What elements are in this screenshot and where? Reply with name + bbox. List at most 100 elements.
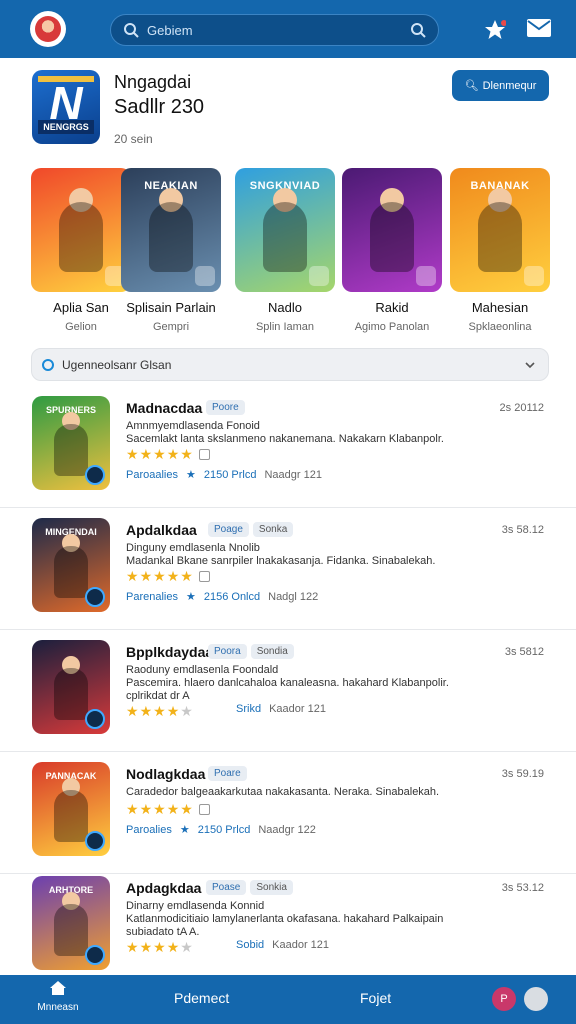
star-icon: ★	[153, 446, 166, 462]
search-icon: 🔍︎	[464, 80, 479, 92]
chevron-down-icon	[525, 362, 535, 369]
favorites-star-icon[interactable]	[484, 19, 506, 41]
nav-item-1[interactable]: Pdemect	[174, 990, 229, 1006]
featured-card-art: BANANAK	[450, 168, 550, 292]
list-item-extra: Nadgl 122	[268, 590, 319, 603]
nav-item-2[interactable]: Fojet	[360, 990, 391, 1006]
featured-card[interactable]: NEAKIAN Splisain Parlain Gempri	[121, 168, 221, 333]
featured-card-subtitle: Agimo Panolan	[354, 321, 430, 333]
featured-card[interactable]: Aplia San Gelion	[31, 168, 131, 333]
featured-card-badge	[309, 266, 329, 286]
search-input[interactable]: Gebiem	[110, 14, 439, 46]
star-icon: ★	[166, 703, 180, 719]
list-item-footer: Paroaalies ★ 2150 Prlcd Naadgr 121	[126, 468, 322, 482]
tag-chip[interactable]: Poora	[208, 644, 247, 659]
thumbnail-badge	[85, 945, 105, 965]
star-icon: ★	[180, 939, 193, 955]
list-item-thumbnail: ARHTORE	[32, 876, 110, 970]
featured-card-art: SNGKNVIAD	[235, 168, 335, 292]
character-figure	[478, 202, 522, 272]
list-item-description: Caradedor balgeaakarkutaa nakakasanta. N…	[126, 786, 440, 798]
tag-chip[interactable]: Sonka	[252, 522, 294, 537]
featured-card-subtitle: Splin Iaman	[255, 321, 315, 333]
star-icon: ★	[126, 568, 139, 584]
list-item-name: Nodlagkdaa	[126, 766, 206, 782]
featured-card-title: Nadlo	[268, 300, 302, 315]
nav-home[interactable]: Mnneasn	[30, 981, 86, 1013]
list-item[interactable]: SPURNERS Madnacdaa Poore 2s 20112 Amnmyemdla…	[0, 390, 576, 508]
header-action-label: Dlenmequr	[482, 79, 537, 92]
home-icon	[50, 981, 66, 995]
list-item[interactable]: MINGENDAI Apdalkdaa Poage Sonka 3s 58.12 Ding…	[0, 512, 576, 630]
tag-chip[interactable]: Sonkia	[250, 880, 293, 895]
search-submit-icon[interactable]	[410, 22, 426, 38]
star-rating: ★ ★ ★ ★ ★	[126, 801, 210, 818]
filter-dropdown[interactable]: Ugenneolsanr Glsan	[31, 348, 549, 381]
list-item-footer: Paroalies ★ 2150 Prlcd Naadgr 122	[126, 823, 316, 837]
list-item-link[interactable]: Parenalies	[126, 591, 178, 603]
character-figure	[370, 202, 414, 272]
nav-badge[interactable]: P	[492, 987, 516, 1011]
list-item[interactable]: Bpplkdaydaa Poora Sondia 3s 5812 Raoduny emd…	[0, 634, 576, 752]
thumbnail-badge	[85, 465, 105, 485]
featured-card[interactable]: SNGKNVIAD Nadlo Splin Iaman	[235, 168, 335, 333]
star-icon: ★	[153, 939, 166, 955]
character-figure	[54, 668, 88, 720]
featured-card-title: Mahesian	[471, 300, 529, 315]
list-item-name: Madnacdaa	[126, 400, 203, 416]
nav-profile-icon[interactable]	[524, 987, 548, 1011]
featured-card-subtitle: Spklaeonlina	[468, 321, 532, 333]
header-action-button[interactable]: 🔍︎ Dlenmequr	[452, 70, 549, 101]
star-icon: ★	[139, 703, 153, 719]
avatar[interactable]	[30, 11, 66, 47]
list-item-count: 2156 Onlcd	[203, 590, 261, 603]
character-figure	[149, 202, 193, 272]
list-item-date: 2s 20112	[499, 402, 544, 414]
list-item-footer: Srikd Kaador 121	[236, 703, 326, 715]
star-rating: ★ ★ ★ ★ ★	[126, 939, 193, 956]
list-item-description: Katlanmodicitiaio lamylanerlanta okafasa…	[126, 913, 444, 925]
featured-card-title: Rakid	[375, 300, 409, 315]
featured-card[interactable]: Rakid Agimo Panolan	[342, 168, 442, 333]
tag-chip[interactable]: Sondia	[250, 644, 294, 659]
featured-card-subtitle: Gempri	[152, 321, 190, 333]
star-icon: ★	[139, 446, 153, 462]
featured-card-art	[342, 168, 442, 292]
app-header: N NENGRGS Nngagdai Sadllr 230 20 sein 🔍︎…	[0, 58, 576, 158]
app-meta: 20 sein	[114, 132, 153, 146]
list-item-link[interactable]: Paroaalies	[126, 469, 178, 481]
mail-icon[interactable]	[526, 17, 552, 39]
tag-chip[interactable]: Poore	[206, 400, 245, 415]
search-placeholder: Gebiem	[147, 22, 193, 38]
tag-chip[interactable]: Poare	[208, 766, 247, 781]
featured-card[interactable]: BANANAK Mahesian Spklaeonlina	[450, 168, 550, 333]
character-figure	[54, 904, 88, 956]
list-item[interactable]: ARHTORE Apdagkdaa Poase Sonkia 3s 53.12 Dinar…	[0, 870, 576, 988]
list-item-extra: Kaador 121	[269, 703, 326, 715]
filter-radio-icon	[42, 358, 54, 371]
star-icon: ★	[126, 703, 139, 719]
list-item-description: Dinarny emdlasenda Konnid	[126, 900, 265, 912]
filter-label: Ugenneolsanr Glsan	[62, 357, 172, 372]
rating-info-icon	[198, 571, 210, 582]
featured-card-badge	[524, 266, 544, 286]
star-icon: ★	[153, 568, 166, 584]
list-item-description: Madankal Bkane sanrpiler lnakakasanja. F…	[126, 555, 436, 567]
app-name: Nngagdai	[114, 72, 192, 92]
list-item-description: Sacemlakt lanta skslanmeno nakanemana. N…	[126, 433, 444, 445]
tag-chip[interactable]: Poase	[206, 880, 247, 895]
star-icon: ★	[166, 568, 180, 584]
character-figure	[263, 202, 307, 272]
star-icon: ★	[139, 939, 153, 955]
list-item-tags: Poore	[206, 400, 245, 415]
star-icon: ★	[126, 446, 139, 462]
list-item-link[interactable]: Paroalies	[126, 824, 172, 836]
list-item[interactable]: PANNACAK Nodlagkdaa Poare 3s 59.19 Caradedor…	[0, 756, 576, 874]
featured-card-badge	[195, 266, 215, 286]
star-icon: ★	[139, 568, 153, 584]
character-figure	[59, 202, 103, 272]
thumbnail-badge	[85, 709, 105, 729]
rating-info-icon	[198, 804, 210, 815]
tag-chip[interactable]: Poage	[208, 522, 249, 537]
featured-card-badge	[416, 266, 436, 286]
